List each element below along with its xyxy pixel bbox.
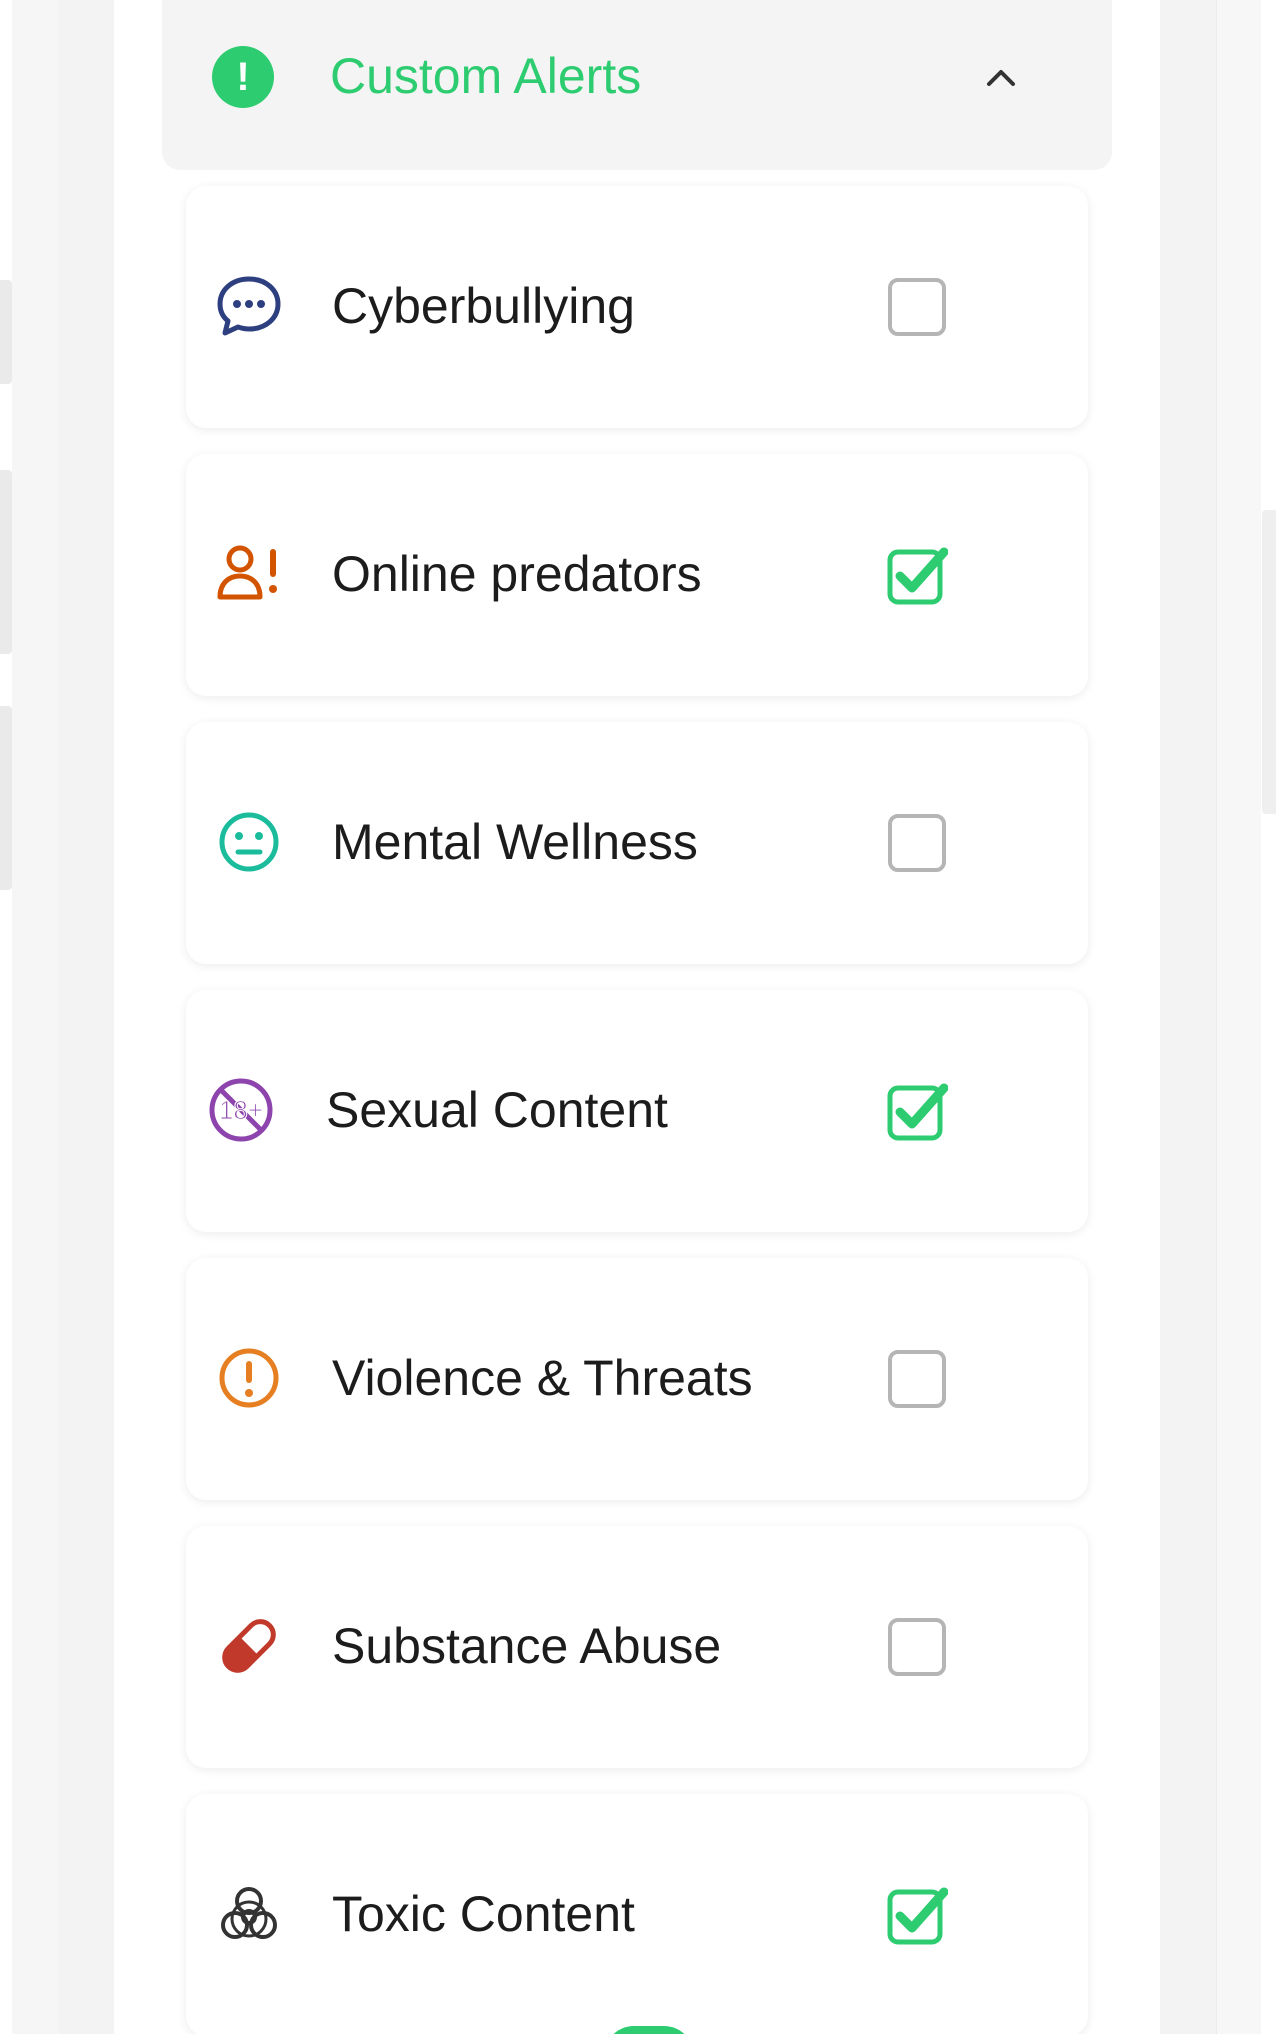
custom-alerts-header[interactable]: ! Custom Alerts <box>162 0 1112 170</box>
adult-18-plus-icon: 18+ <box>209 1078 273 1142</box>
biohazard-icon <box>221 1887 277 1939</box>
alert-label: Sexual Content <box>326 1082 668 1138</box>
neutral-face-icon <box>219 812 279 872</box>
header-title: Custom Alerts <box>330 48 642 104</box>
phone-bezel-left <box>58 0 114 2034</box>
alert-item-cyberbullying[interactable]: Cyberbullying <box>186 186 1088 428</box>
exclamation-circle-icon <box>219 1348 279 1408</box>
phone-mute-switch <box>0 280 12 384</box>
svg-text:18+: 18+ <box>219 1095 263 1125</box>
checkbox-checked[interactable] <box>886 1080 948 1142</box>
app-screen: ! Custom Alerts Cyberbullying Online pre… <box>0 0 1278 2034</box>
checkbox-unchecked[interactable] <box>886 1616 948 1678</box>
chevron-up-icon[interactable] <box>984 60 1018 94</box>
alert-item-toxic-content[interactable]: Toxic Content <box>186 1794 1088 2034</box>
checkbox-checked[interactable] <box>886 1884 948 1946</box>
alerts-screen: ! Custom Alerts Cyberbullying Online pre… <box>114 0 1160 2034</box>
phone-frame-right <box>1216 0 1261 2034</box>
alert-circle-icon: ! <box>212 46 274 108</box>
alert-label: Substance Abuse <box>332 1618 722 1674</box>
alert-label: Mental Wellness <box>332 814 698 870</box>
alert-item-sexual-content[interactable]: 18+ Sexual Content <box>186 990 1088 1232</box>
alert-item-online-predators[interactable]: Online predators <box>186 454 1088 696</box>
alert-label: Violence & Threats <box>332 1350 753 1406</box>
checkbox-checked[interactable] <box>886 544 948 606</box>
alert-item-mental-wellness[interactable]: Mental Wellness <box>186 722 1088 964</box>
alert-label: Online predators <box>332 546 702 602</box>
alert-label: Toxic Content <box>332 1886 635 1942</box>
pill-icon <box>222 1619 276 1673</box>
alert-item-substance-abuse[interactable]: Substance Abuse <box>186 1526 1088 1768</box>
checkbox-unchecked[interactable] <box>886 812 948 874</box>
user-warning-icon <box>217 545 277 600</box>
chat-bubble-icon <box>217 276 281 336</box>
phone-power-button <box>1262 510 1276 814</box>
alert-label: Cyberbullying <box>332 278 635 334</box>
phone-volume-up <box>0 470 12 654</box>
phone-bezel-right <box>1160 0 1216 2034</box>
phone-volume-down <box>0 706 12 890</box>
alert-item-violence-threats[interactable]: Violence & Threats <box>186 1258 1088 1500</box>
phone-frame-left <box>12 0 59 2034</box>
checkbox-unchecked[interactable] <box>886 1348 948 1410</box>
checkbox-unchecked[interactable] <box>886 276 948 338</box>
